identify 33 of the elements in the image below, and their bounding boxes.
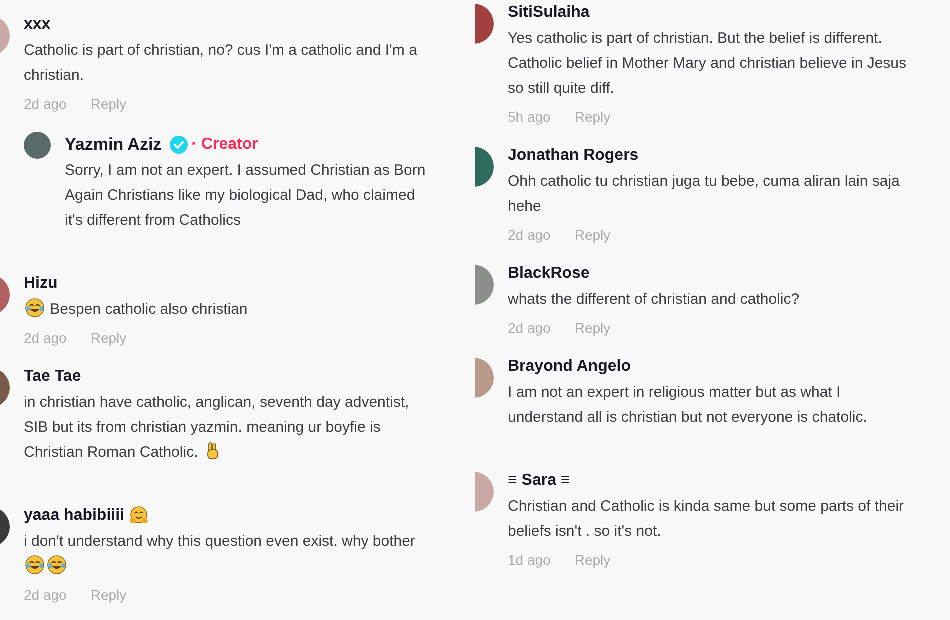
comment-text: Yes catholic is part of christian. But the belief is different. Catholic belief in Mother Mary and christian believe in Jesus so still quite diff. (508, 29, 908, 99)
username[interactable]: Tae Tae (24, 365, 82, 389)
avatar[interactable] (24, 132, 51, 159)
timestamp: 2d ago (508, 226, 551, 245)
emoji-icon (25, 298, 45, 318)
timestamp: 2d ago (508, 318, 551, 338)
comment-text: in christian have catholic, anglican, seventh day adventist, SIB but its from christian yazmin. meaning ur boyfie is Christian Roman Catholic. (24, 393, 410, 463)
comment-text: i don't understand why this question even exist. why bother (24, 529, 432, 579)
username[interactable]: xxx (24, 13, 51, 37)
timestamp: 2d ago (24, 586, 67, 605)
username[interactable]: Jonathan Rogers (508, 144, 639, 168)
emoji-icon (25, 555, 45, 575)
username[interactable]: SitiSulaiha (508, 1, 590, 25)
comment-text: Ohh catholic tu christian juga tu bebe, cuma aliran lain saja hehe (508, 172, 901, 217)
comment-text: Christian and Catholic is kinda same but some parts of their beliefs isn't . so it's not. (508, 497, 906, 542)
username[interactable]: BlackRose (508, 262, 590, 286)
comment-text: whats the different of christian and catholic? (508, 290, 800, 310)
username[interactable]: Brayond Angelo (508, 355, 631, 379)
username[interactable]: Yazmin Aziz (65, 132, 162, 158)
timestamp: 1d ago (508, 550, 551, 570)
username[interactable]: ≡ Sara ≡ (508, 469, 570, 493)
creator-label: · Creator (192, 135, 258, 155)
comment-text: Catholic is part of christian, no? cus I'm a catholic and I'm a christian. (24, 41, 418, 86)
emoji-icon (129, 506, 150, 526)
comment-text: Sorry, I am not an expert. I assumed Christian as Born Again Christians like my biological Dad, who claimed it's different from Catholics (65, 161, 427, 231)
timestamp: 2d ago (24, 328, 67, 348)
comment-text: I am not an expert in religious matter but as what I understand all is christian but not everyone is chatolic. (508, 383, 868, 428)
timestamp: 2d ago (24, 94, 67, 114)
emoji-icon (47, 555, 67, 575)
comment-text: Bespen catholic also christian (24, 297, 248, 322)
username[interactable]: Hizu (24, 272, 58, 296)
timestamp: 5h ago (508, 108, 551, 127)
username[interactable]: yaaa habibiiii (24, 504, 124, 528)
